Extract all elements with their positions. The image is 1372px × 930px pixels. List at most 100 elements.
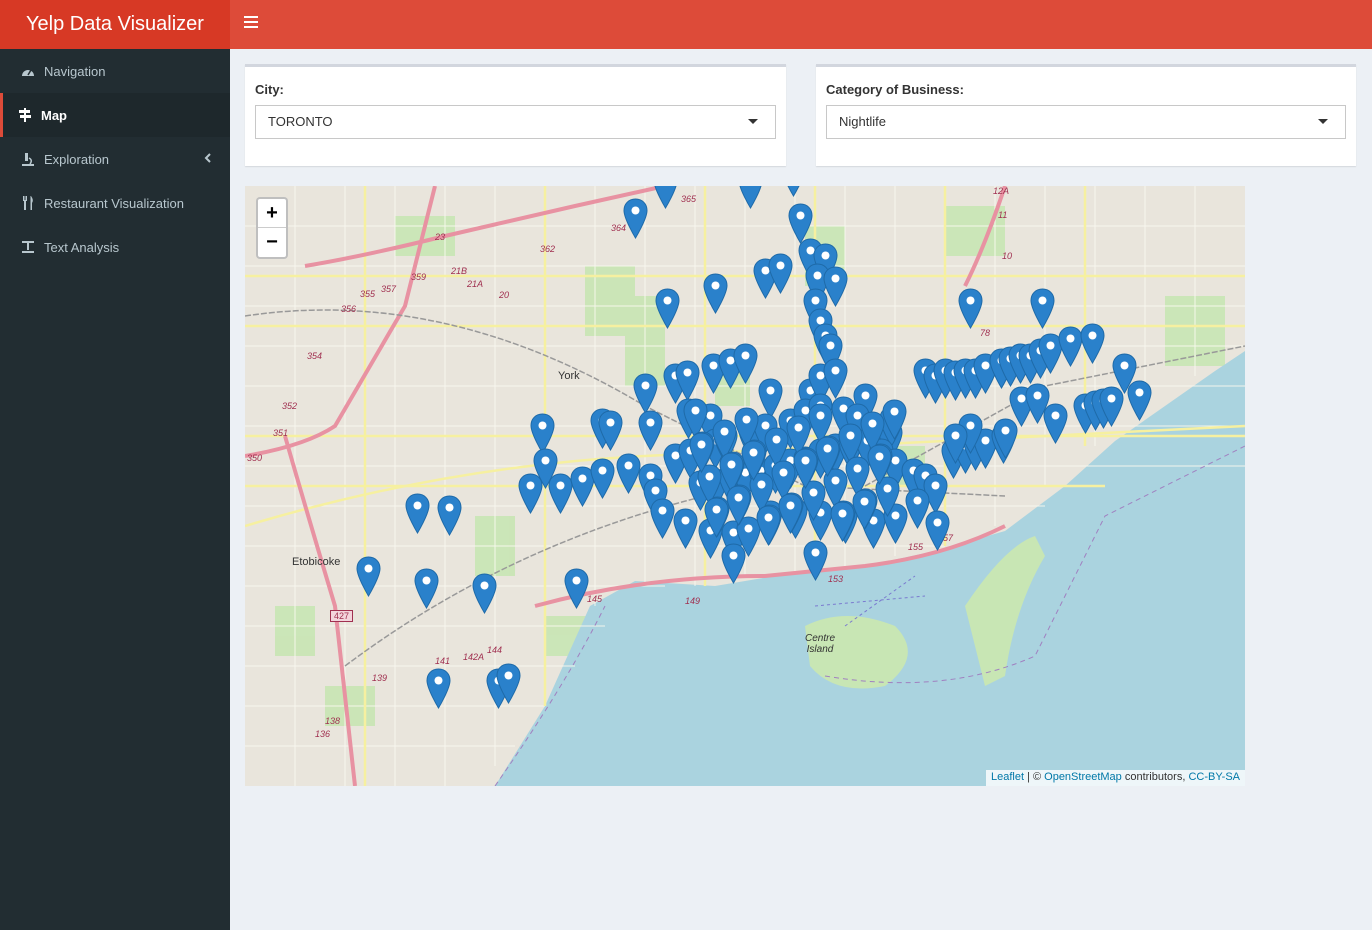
sidebar-item-label: Navigation (44, 63, 106, 79)
city-select[interactable]: TORONTO (255, 105, 776, 139)
route-label: 351 (273, 428, 289, 438)
sidebar-item-exploration[interactable]: Exploration (0, 137, 230, 181)
leaflet-map[interactable]: York Etobicoke Centre Island 427 365 362… (245, 186, 1245, 786)
map-marker-icon[interactable] (703, 273, 728, 314)
route-label: 365 (681, 194, 697, 204)
map-marker-icon[interactable] (925, 510, 950, 551)
place-label-etobicoke: Etobicoke (292, 556, 341, 568)
city-filter-box: City: TORONTO (245, 64, 786, 166)
map-marker-icon[interactable] (993, 418, 1018, 459)
route-label: 354 (307, 351, 323, 361)
sidebar-item-label: Text Analysis (44, 239, 120, 255)
map-marker-icon[interactable] (1127, 380, 1152, 421)
map-marker-icon[interactable] (781, 186, 806, 197)
map-marker-icon[interactable] (437, 495, 462, 536)
city-label: City: (255, 82, 284, 97)
route-label: 359 (411, 272, 427, 282)
map-marker-icon[interactable] (958, 288, 983, 329)
caret-down-icon (748, 119, 758, 124)
sidebar-item-navigation[interactable]: Navigation (0, 49, 230, 93)
map-marker-icon[interactable] (653, 186, 678, 209)
map-marker-icon[interactable] (768, 253, 793, 294)
leaflet-link[interactable]: Leaflet (991, 771, 1024, 783)
map-attribution: Leaflet | © OpenStreetMap contributors, … (985, 770, 1245, 786)
map-marker-icon[interactable] (633, 373, 658, 414)
map-marker-icon[interactable] (738, 186, 763, 209)
map-marker-icon[interactable] (472, 573, 497, 614)
place-label-centre-island: Centre Island (804, 633, 835, 655)
route-label: 11 (998, 210, 1008, 220)
route-label: 153 (828, 574, 844, 584)
sidebar-item-text-analysis[interactable]: Text Analysis (0, 225, 230, 269)
sidebar-item-label: Restaurant Visualization (44, 195, 184, 211)
map-marker-icon[interactable] (721, 543, 746, 584)
map-marker-icon[interactable] (590, 458, 615, 499)
header-bar: Yelp Data Visualizer (0, 0, 1372, 49)
map-marker-icon[interactable] (815, 436, 840, 477)
map-marker-icon[interactable] (518, 473, 543, 514)
route-label: 144 (487, 645, 503, 655)
sidebar-item-restaurant-visualization[interactable]: Restaurant Visualization (0, 181, 230, 225)
map-marker-icon[interactable] (852, 489, 877, 530)
map-marker-icon[interactable] (1030, 288, 1055, 329)
map-marker-icon[interactable] (426, 668, 451, 709)
sidebar-toggle-icon[interactable] (244, 16, 258, 30)
map-marker-icon[interactable] (1080, 323, 1105, 364)
city-select-value: TORONTO (268, 114, 333, 129)
signpost-icon (18, 108, 32, 122)
attribution-separator: | © (1024, 771, 1045, 783)
map-marker-icon[interactable] (564, 568, 589, 609)
map-marker-icon[interactable] (673, 508, 698, 549)
osm-link[interactable]: OpenStreetMap (1044, 771, 1122, 783)
zoom-control: + − (256, 197, 288, 259)
license-link[interactable]: CC-BY-SA (1188, 771, 1240, 783)
map-marker-icon[interactable] (741, 440, 766, 481)
route-label: 12A (993, 186, 1010, 196)
dashboard-icon (21, 64, 35, 78)
app-title[interactable]: Yelp Data Visualizer (0, 0, 230, 49)
map-marker-icon[interactable] (778, 493, 803, 534)
sidebar-item-label: Exploration (44, 151, 110, 167)
text-icon (21, 240, 35, 254)
route-label: 20 (499, 290, 510, 300)
map-marker-icon[interactable] (882, 399, 907, 440)
map-marker-icon[interactable] (1099, 386, 1124, 427)
route-label: 356 (341, 304, 357, 314)
sidebar: Navigation Map Exploration Restaurant Vi… (0, 49, 230, 930)
map-marker-icon[interactable] (943, 423, 968, 464)
map-marker-icon[interactable] (356, 556, 381, 597)
category-select[interactable]: Nightlife (826, 105, 1346, 139)
route-label: 141 (435, 656, 451, 666)
zoom-out-button[interactable]: − (258, 228, 286, 257)
place-label-york: York (558, 370, 580, 382)
microscope-icon (21, 152, 35, 166)
category-filter-box: Category of Business: Nightlife (816, 64, 1356, 166)
route-label: 362 (540, 244, 556, 254)
map-marker-icon[interactable] (598, 410, 623, 451)
route-label: 23 (435, 232, 446, 242)
map-marker-icon[interactable] (496, 663, 521, 704)
map-marker-icon[interactable] (655, 288, 680, 329)
route-label: 78 (980, 328, 991, 338)
route-label: 350 (247, 453, 263, 463)
chevron-left-icon (204, 151, 212, 166)
map-marker-icon[interactable] (689, 432, 714, 473)
route-label: 355 (360, 289, 376, 299)
map-marker-icon[interactable] (1043, 403, 1068, 444)
caret-down-icon (1318, 119, 1328, 124)
route-label: 139 (372, 673, 388, 683)
map-marker-icon[interactable] (623, 198, 648, 239)
map-marker-icon[interactable] (733, 343, 758, 384)
map-marker-icon[interactable] (726, 485, 751, 526)
zoom-in-button[interactable]: + (258, 199, 286, 228)
route-label: 352 (282, 401, 298, 411)
map-marker-icon[interactable] (867, 444, 892, 485)
map-marker-icon[interactable] (638, 410, 663, 451)
map-marker-icon[interactable] (405, 493, 430, 534)
map-marker-icon[interactable] (675, 360, 700, 401)
sidebar-item-map[interactable]: Map (0, 93, 230, 137)
map-marker-icon[interactable] (414, 568, 439, 609)
route-label: 142A (463, 652, 485, 662)
map-marker-icon[interactable] (650, 498, 675, 539)
map-marker-icon[interactable] (803, 540, 828, 581)
